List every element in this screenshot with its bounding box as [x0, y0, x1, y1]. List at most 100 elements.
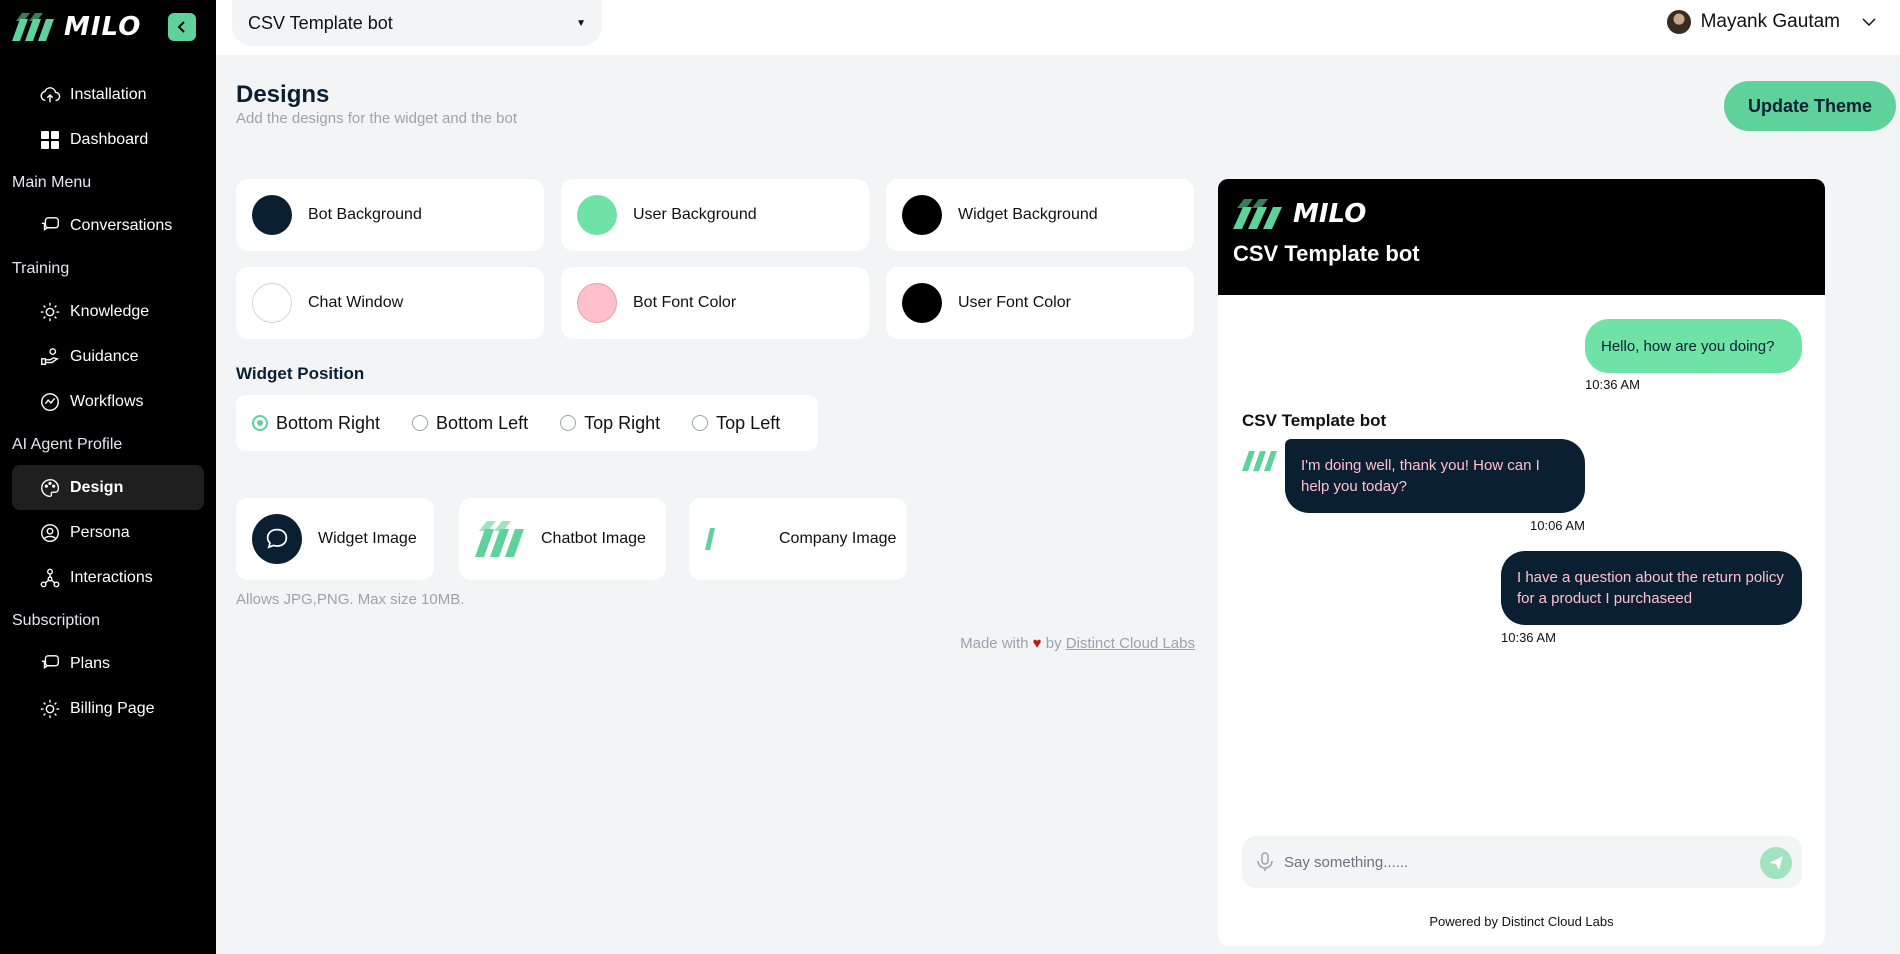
chatbot-image-upload[interactable]: Chatbot Image: [459, 498, 666, 580]
sidebar-item-label: Plans: [70, 654, 111, 672]
color-chat-window[interactable]: Chat Window: [236, 267, 544, 339]
sidebar-item-label: Persona: [70, 523, 130, 541]
preview-bot-title: CSV Template bot: [1233, 241, 1420, 266]
color-label: User Background: [633, 206, 757, 223]
sidebar-item-design[interactable]: Design: [12, 465, 204, 510]
color-bot-font-color[interactable]: Bot Font Color: [561, 267, 869, 339]
color-swatch: [252, 195, 292, 235]
bot-select-dropdown[interactable]: CSV Template bot ▼: [232, 0, 602, 46]
sidebar-item-installation[interactable]: Installation: [12, 72, 204, 117]
chat-bubble-icon: [252, 514, 302, 564]
page-subtitle: Add the designs for the widget and the b…: [236, 110, 518, 127]
color-swatch: [252, 283, 292, 323]
chat-icon: [38, 214, 62, 238]
widget-image-upload[interactable]: Widget Image: [236, 498, 434, 580]
radio-dot: [412, 415, 429, 431]
preview-logo: MILO: [1233, 199, 1810, 229]
color-user-background[interactable]: User Background: [561, 179, 869, 251]
hand-icon: [38, 345, 62, 369]
section-subscription: Subscription: [12, 612, 101, 629]
radio-top-left[interactable]: Top Left: [692, 413, 780, 434]
sidebar-item-label: Guidance: [70, 347, 139, 365]
sidebar-item-workflows[interactable]: Workflows: [12, 379, 204, 424]
radio-dot: [252, 415, 268, 431]
color-label: Bot Font Color: [633, 294, 737, 311]
sidebar-item-interactions[interactable]: Interactions: [12, 555, 204, 600]
sidebar-item-label: Design: [70, 478, 124, 496]
avatar: [1666, 10, 1691, 34]
image-label: Widget Image: [318, 530, 417, 547]
color-label: User Font Color: [958, 294, 1071, 311]
page-title: Designs: [236, 81, 330, 108]
user-circle-icon: [38, 521, 62, 545]
sidebar-item-dashboard[interactable]: Dashboard: [12, 117, 204, 162]
sidebar-item-guidance[interactable]: Guidance: [12, 334, 204, 379]
sidebar-item-label: Dashboard: [70, 130, 149, 148]
say-something-input[interactable]: [1284, 853, 1724, 871]
chat-preview: MILO CSV Template bot Hello, how are you…: [1218, 179, 1825, 946]
section-ai-agent-profile: AI Agent Profile: [12, 436, 123, 453]
cloud-upload-icon: [38, 83, 62, 107]
preview-header: MILO CSV Template bot: [1218, 179, 1825, 295]
sidebar-item-label: Workflows: [70, 392, 144, 410]
radio-label: Top Right: [584, 412, 661, 433]
logo-text: MILO: [64, 12, 142, 42]
message-timestamp: 10:36 AM: [1585, 377, 1640, 392]
chat-icon: [38, 652, 62, 676]
sidebar-item-persona[interactable]: Persona: [12, 510, 204, 555]
collapse-sidebar-button[interactable]: [168, 13, 196, 41]
radio-label: Bottom Left: [436, 412, 529, 433]
workflow-icon: [38, 390, 62, 414]
made-with-prefix: Made with: [960, 635, 1029, 652]
company-image-upload[interactable]: Company Image: [689, 498, 907, 580]
made-with-by: by: [1045, 635, 1062, 652]
chevron-down-icon: [1862, 18, 1876, 27]
preview-bot-name: CSV Template bot: [1242, 411, 1387, 430]
color-label: Widget Background: [958, 206, 1098, 223]
section-training: Training: [12, 260, 70, 277]
send-icon: [1769, 856, 1783, 870]
milo-mark-icon: [1233, 199, 1282, 229]
made-with-footer: Made with ♥ by Distinct Cloud Labs: [960, 635, 1195, 652]
color-user-font-color[interactable]: User Font Color: [886, 267, 1194, 339]
widget-position-label: Widget Position: [236, 364, 365, 383]
section-main-menu: Main Menu: [12, 174, 92, 191]
color-bot-background[interactable]: Bot Background: [236, 179, 544, 251]
milo-logo[interactable]: MILO: [12, 12, 141, 42]
upload-hint: Allows JPG,PNG. Max size 10MB.: [236, 591, 465, 608]
sidebar-item-conversations[interactable]: Conversations: [12, 203, 204, 248]
preview-logo-text: MILO: [1293, 199, 1367, 229]
color-swatch: [902, 195, 942, 235]
radio-label: Top Left: [716, 412, 781, 433]
sidebar-item-billing-page[interactable]: Billing Page: [12, 686, 204, 731]
radio-bottom-left[interactable]: Bottom Left: [412, 413, 528, 434]
user-name: Mayank Gautam: [1700, 11, 1840, 32]
sidebar-item-label: Knowledge: [70, 302, 150, 320]
bulb-icon: [38, 300, 62, 324]
user-message-bubble: I have a question about the return polic…: [1501, 551, 1802, 625]
sidebar-item-label: Billing Page: [70, 699, 155, 717]
microphone-icon[interactable]: [1256, 852, 1274, 872]
send-button[interactable]: [1760, 847, 1792, 879]
update-theme-button[interactable]: Update Theme: [1724, 81, 1896, 131]
message-timestamp: 10:06 AM: [1530, 518, 1585, 533]
radio-dot: [560, 415, 577, 431]
grid-icon: [38, 128, 62, 152]
chevron-left-icon: [177, 21, 185, 33]
radio-label: Bottom Right: [276, 412, 381, 433]
bot-select-value: CSV Template bot: [248, 12, 393, 33]
user-message-bubble: Hello, how are you doing?: [1585, 319, 1802, 373]
radio-bottom-right[interactable]: Bottom Right: [252, 413, 380, 434]
preview-message-input: [1242, 836, 1802, 888]
image-label: Chatbot Image: [541, 530, 646, 547]
user-menu[interactable]: Mayank Gautam: [1666, 10, 1876, 34]
sidebar-item-knowledge[interactable]: Knowledge: [12, 289, 204, 334]
color-widget-background[interactable]: Widget Background: [886, 179, 1194, 251]
widget-position-radio-group: Bottom Right Bottom Left Top Right Top L…: [236, 395, 818, 451]
distinct-cloud-labs-link[interactable]: Distinct Cloud Labs: [1066, 635, 1195, 652]
radio-top-right[interactable]: Top Right: [560, 413, 660, 434]
heart-icon: ♥: [1032, 635, 1042, 652]
milo-mark-icon: [475, 521, 524, 557]
sidebar-item-plans[interactable]: Plans: [12, 641, 204, 686]
color-swatch: [902, 283, 942, 323]
